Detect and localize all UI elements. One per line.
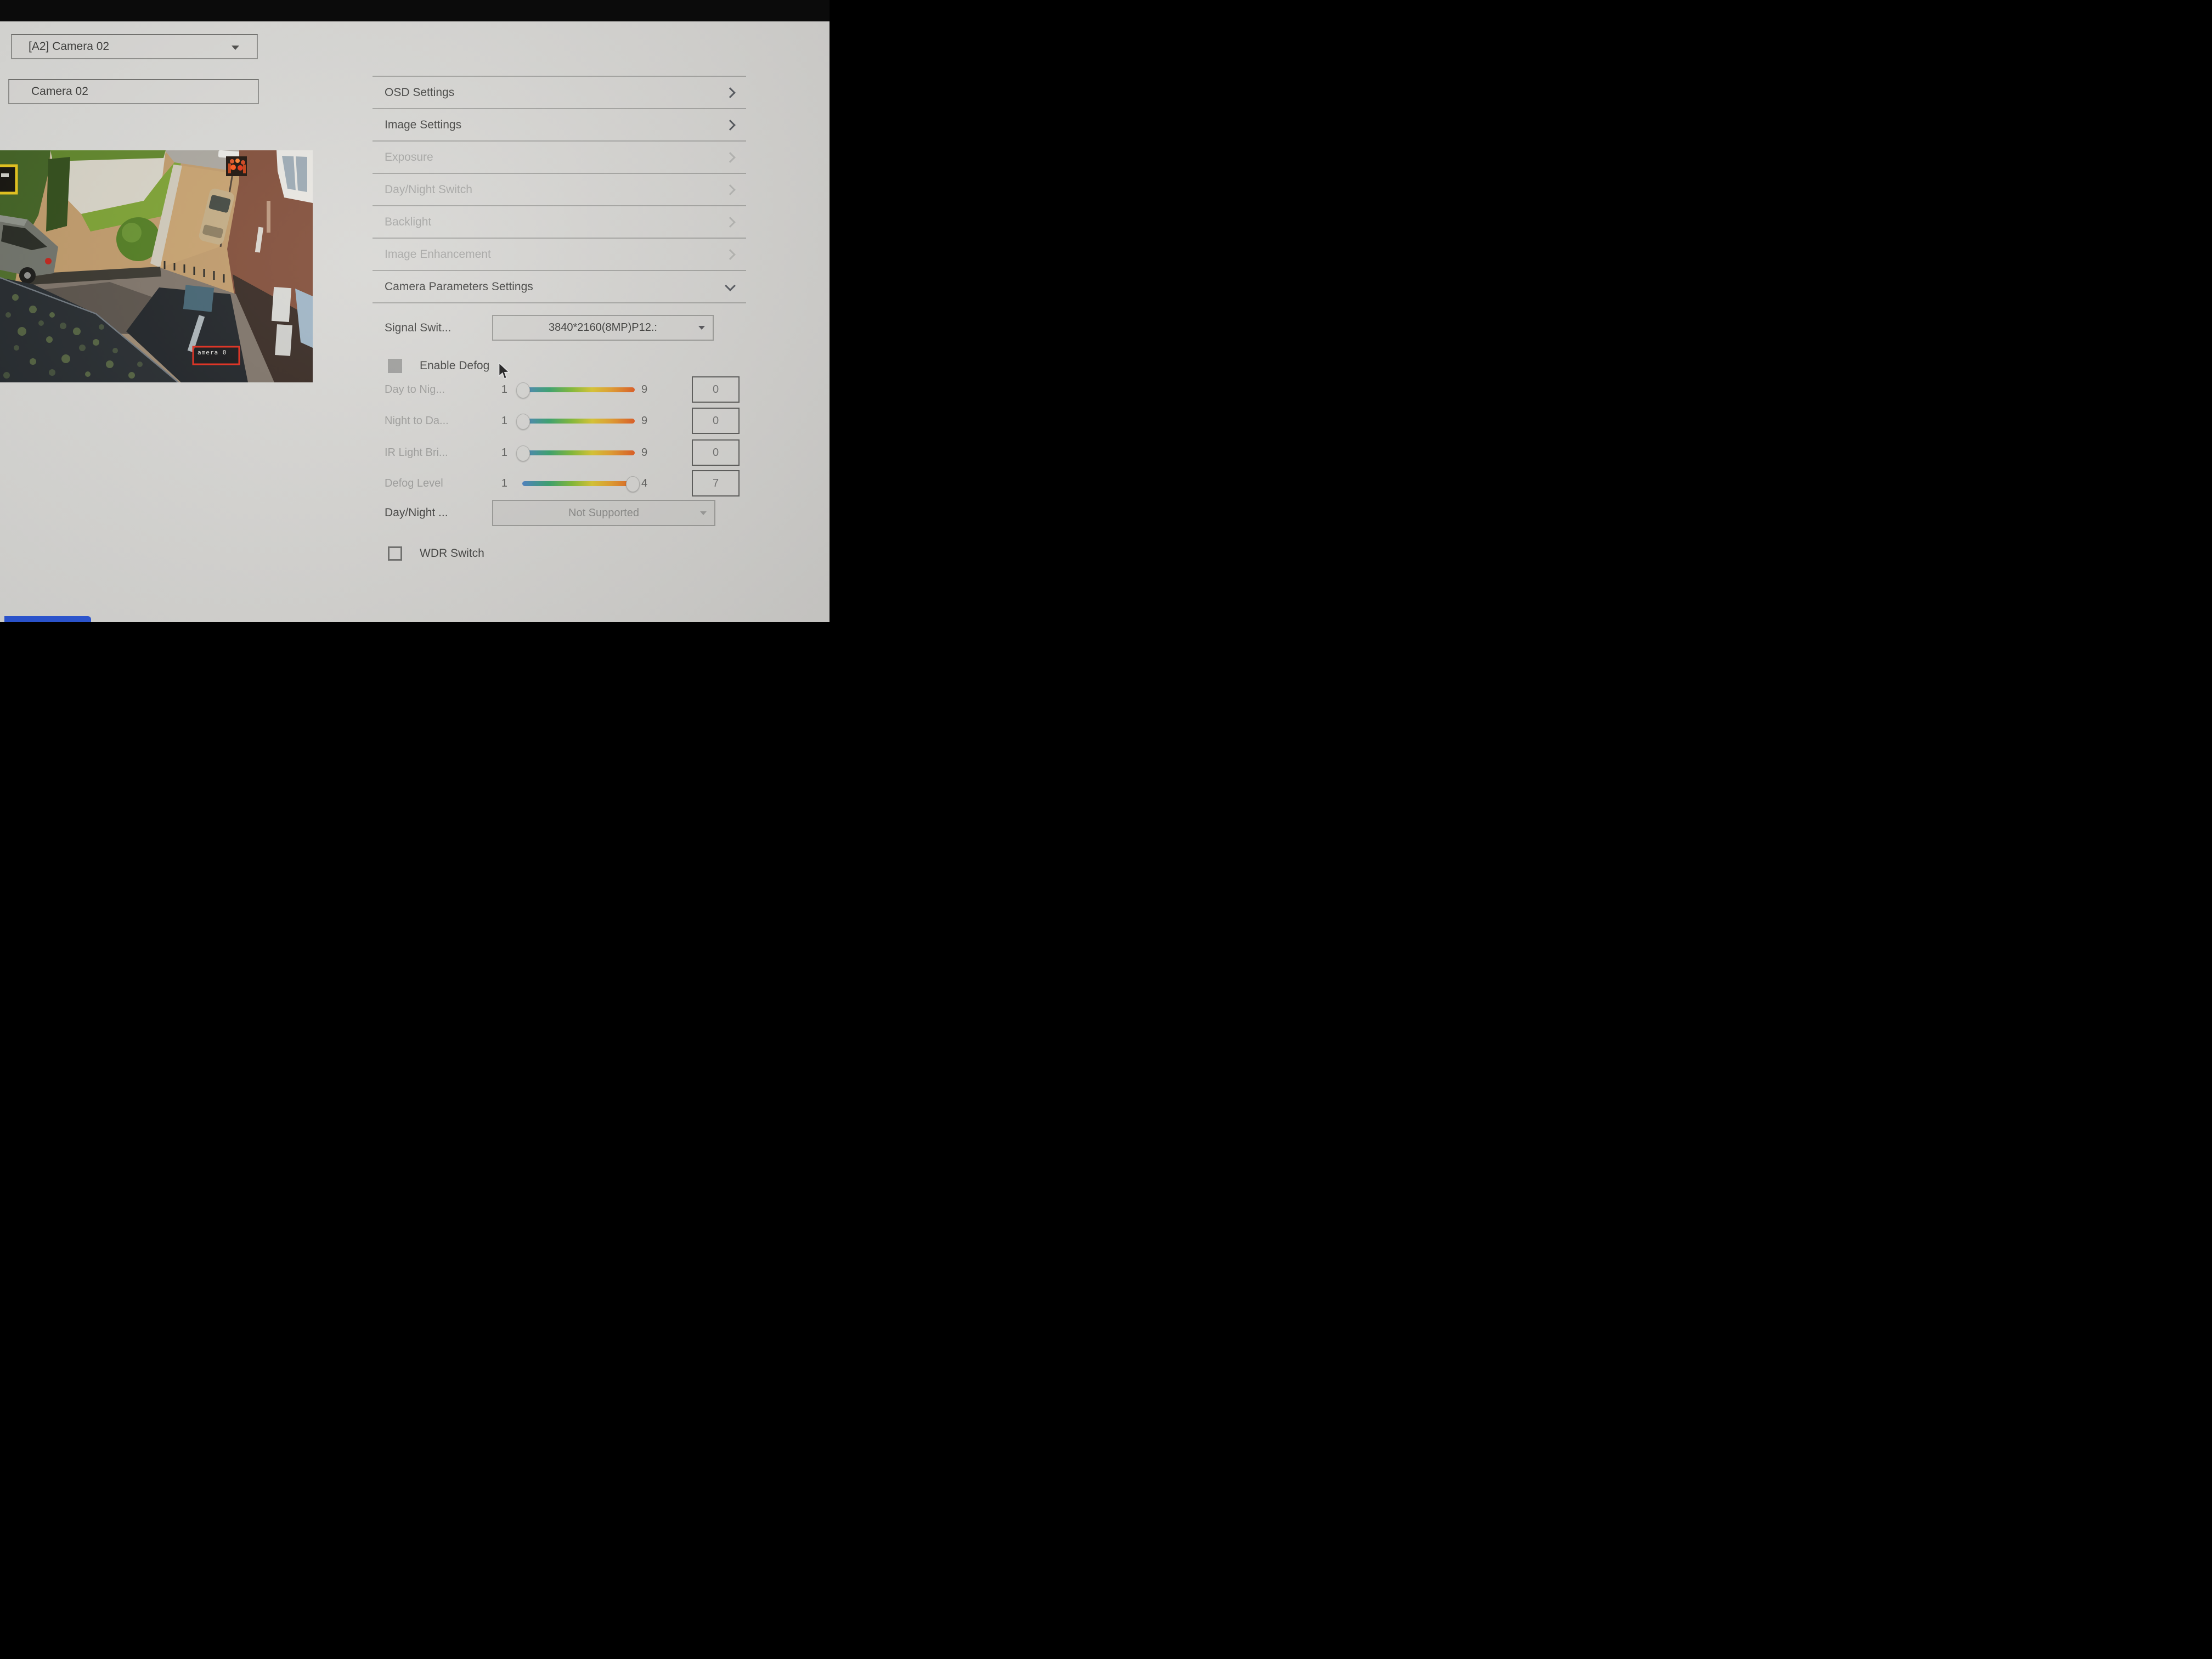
event-overlay-icon (226, 156, 247, 176)
signal-switch-label: Signal Swit... (385, 321, 452, 334)
chevron-right-icon (725, 151, 736, 163)
chevron-right-icon (725, 184, 736, 195)
menu-item-label: Day/Night Switch (385, 183, 472, 196)
menu-item-day-night-switch: Day/Night Switch (373, 174, 746, 206)
slider-value-input[interactable]: 0 (692, 408, 740, 434)
yellow-osd-box (0, 164, 18, 195)
menu-item-osd-settings[interactable]: OSD Settings (373, 77, 746, 109)
menu-item-camera-parameters-settings[interactable]: Camera Parameters Settings (373, 271, 746, 303)
day-night-mode-dropdown[interactable]: Not Supported (492, 500, 715, 526)
slider-thumb[interactable] (516, 382, 530, 398)
menu-item-backlight: Backlight (373, 206, 746, 239)
menu-item-label: Image Settings (385, 118, 462, 131)
menu-item-label: Backlight (385, 215, 432, 228)
camera-preview-image: amera 0 (0, 150, 313, 382)
chevron-right-icon (725, 249, 736, 260)
slider-min: 1 (501, 477, 507, 489)
chevron-down-icon (700, 511, 707, 515)
menu-item-image-settings[interactable]: Image Settings (373, 109, 746, 142)
slider-value-input[interactable]: 0 (692, 439, 740, 466)
slider-track[interactable] (522, 387, 635, 392)
settings-menu: OSD Settings Image Settings Exposure Day… (373, 76, 746, 303)
enable-defog-label: Enable Defog (420, 359, 490, 372)
slider-min: 1 (501, 447, 507, 459)
chevron-down-icon (698, 326, 705, 330)
menu-item-label: Image Enhancement (385, 247, 491, 261)
menu-item-label: Exposure (385, 150, 433, 163)
chevron-right-icon (725, 216, 736, 228)
chevron-down-icon (725, 280, 736, 291)
slider-max: 9 (641, 447, 648, 459)
menu-item-label: Camera Parameters Settings (385, 280, 533, 293)
slider-max: 9 (641, 415, 648, 427)
slider-label: IR Light Bri... (385, 447, 448, 459)
camera-preview[interactable]: amera 0 (0, 150, 313, 382)
menu-item-exposure: Exposure (373, 142, 746, 174)
slider-thumb[interactable] (626, 476, 640, 492)
wdr-switch-checkbox[interactable] (388, 546, 402, 561)
slider-track[interactable] (522, 450, 635, 455)
slider-row-defog-level: Defog Level 1 4 7 (373, 470, 746, 496)
slider-thumb[interactable] (516, 414, 530, 430)
slider-track[interactable] (522, 481, 635, 486)
wdr-switch-label: WDR Switch (420, 547, 484, 560)
chevron-right-icon (725, 87, 736, 98)
camera-name-overlay: amera 0 (192, 346, 240, 365)
chevron-down-icon (232, 46, 239, 50)
menu-item-label: OSD Settings (385, 86, 455, 99)
nvr-settings-screen: [A2] Camera 02 Camera 02 amera 0 OSD Set… (0, 21, 830, 622)
enable-defog-checkbox[interactable] (388, 359, 402, 373)
day-night-mode-label: Day/Night ... (385, 506, 448, 519)
svg-text:amera 0: amera 0 (198, 349, 227, 356)
slider-max: 4 (641, 477, 648, 489)
slider-thumb[interactable] (516, 445, 530, 461)
chevron-right-icon (725, 119, 736, 131)
day-night-mode-value: Not Supported (568, 506, 639, 519)
slider-label: Night to Da... (385, 415, 449, 427)
slider-label: Defog Level (385, 477, 443, 489)
signal-switch-dropdown[interactable]: 3840*2160(8MP)P12.: (492, 315, 714, 341)
camera-name-value: Camera 02 (31, 85, 88, 98)
slider-track[interactable] (522, 419, 635, 424)
camera-name-field[interactable]: Camera 02 (8, 79, 259, 104)
slider-value-input[interactable]: 0 (692, 376, 740, 403)
slider-value-input[interactable]: 7 (692, 470, 740, 496)
monitor-photo: [A2] Camera 02 Camera 02 amera 0 OSD Set… (0, 0, 830, 622)
slider-max: 9 (641, 383, 648, 396)
slider-min: 1 (501, 415, 507, 427)
slider-row-night-to-day: Night to Da... 1 9 0 (373, 408, 746, 434)
slider-label: Day to Nig... (385, 383, 445, 396)
camera-selector-value: [A2] Camera 02 (29, 40, 110, 53)
bottom-blue-accent (4, 616, 91, 622)
menu-item-image-enhancement: Image Enhancement (373, 239, 746, 271)
slider-row-day-to-night: Day to Nig... 1 9 0 (373, 376, 746, 403)
slider-row-ir-light-brightness: IR Light Bri... 1 9 0 (373, 439, 746, 466)
signal-switch-value: 3840*2160(8MP)P12.: (549, 321, 657, 334)
camera-selector-dropdown[interactable]: [A2] Camera 02 (11, 34, 258, 59)
slider-min: 1 (501, 383, 507, 396)
